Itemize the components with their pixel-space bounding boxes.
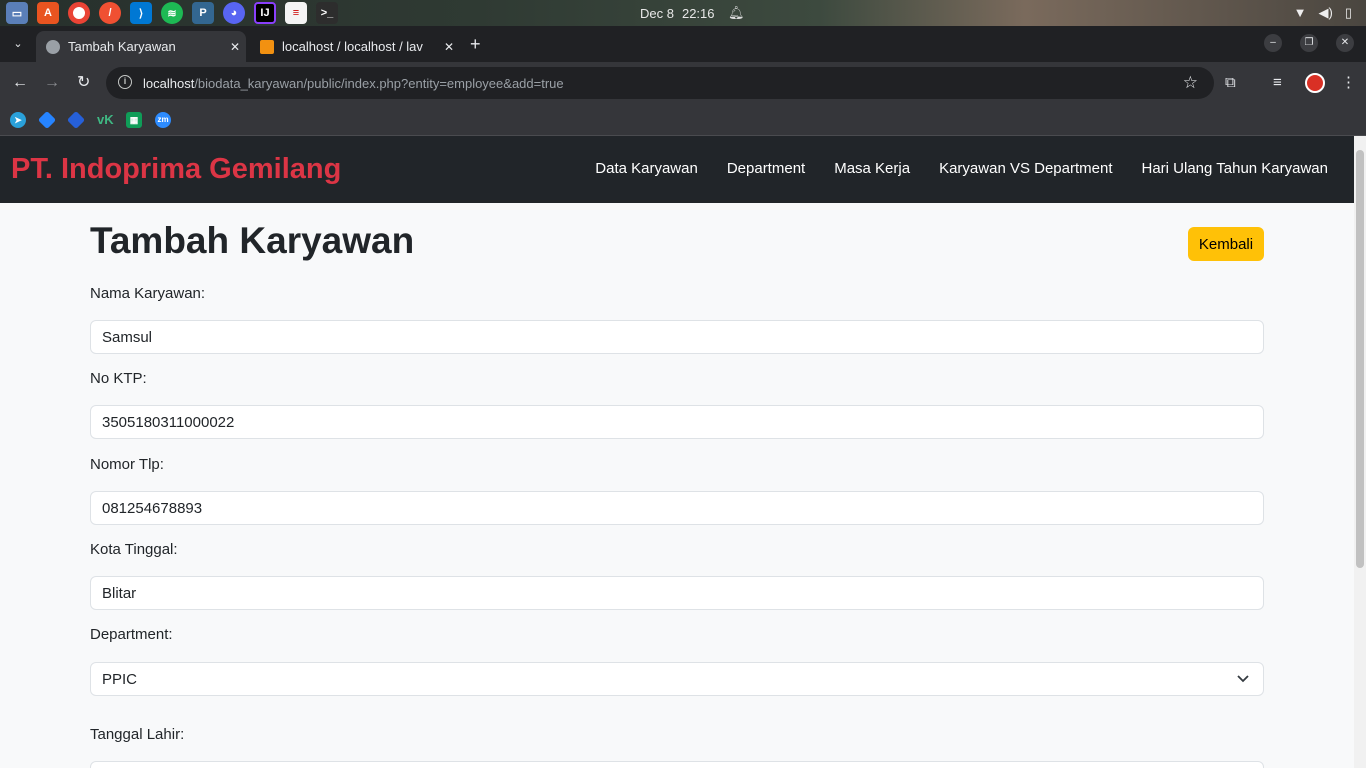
kota-label: Kota Tinggal: [90,541,178,558]
browser-toolbar: ← → ↻ i localhost/biodata_karyawan/publi… [0,62,1366,104]
nama-input[interactable] [90,320,1264,354]
page-title: Tambah Karyawan [90,220,415,261]
browser-tab-strip: ⌄ Tambah Karyawan ✕ localhost / localhos… [0,26,1366,62]
jira-icon[interactable] [66,110,86,130]
window-close-icon[interactable]: ✕ [1336,34,1354,52]
jira-icon[interactable] [37,110,57,130]
file-manager-icon[interactable]: ▭ [6,2,28,24]
text-editor-icon[interactable]: ≡ [285,2,307,24]
nav-masa-kerja[interactable]: Masa Kerja [834,160,910,177]
os-top-bar: ▭ A / ⟩ ≋ P ◕ IJ ≡ >_ Dec 8 22:16 🔔︎ ▼ ◀)… [0,0,1366,26]
back-arrow-icon[interactable]: ← [12,73,28,93]
os-clock[interactable]: Dec 8 22:16 [640,6,723,21]
department-select[interactable]: PPIC [90,662,1264,696]
tab-phpmyadmin[interactable]: localhost / localhost / lav ✕ [250,31,460,62]
volume-icon: ◀) [1318,5,1333,20]
department-label: Department: [90,626,173,643]
nama-label: Nama Karyawan: [90,285,206,302]
tab-search-icon[interactable]: ⌄ [8,34,28,54]
reload-icon[interactable]: ↻ [77,73,90,93]
forward-arrow-icon[interactable]: → [44,73,60,93]
department-selected-value: PPIC [102,671,138,688]
globe-icon [46,39,60,54]
page-viewport: PT. Indoprima Gemilang Data Karyawan Dep… [0,136,1354,768]
intellij-icon[interactable]: IJ [254,2,276,24]
battery-icon: ▯ [1344,5,1352,20]
kembali-button[interactable]: Kembali [1188,227,1264,261]
postman-icon[interactable]: / [99,2,121,24]
media-control-icon[interactable]: ≡ [1273,73,1282,93]
nav-karyawan-vs-department[interactable]: Karyawan VS Department [939,160,1112,177]
chevron-down-icon [1237,675,1249,683]
tab-label: Tambah Karyawan [68,39,176,54]
scrollbar-thumb[interactable] [1356,150,1364,568]
close-icon[interactable]: ✕ [438,40,460,54]
os-dock: ▭ A / ⟩ ≋ P ◕ IJ ≡ >_ [6,2,338,24]
address-bar[interactable]: i localhost/biodata_karyawan/public/inde… [106,67,1214,99]
sheets-icon[interactable]: ▦ [126,112,142,128]
page-scrollbar[interactable] [1354,136,1366,768]
app-navbar: PT. Indoprima Gemilang Data Karyawan Dep… [0,136,1354,203]
bell-icon[interactable]: 🔔︎ [728,5,745,21]
url-text[interactable]: localhost/biodata_karyawan/public/index.… [143,76,564,91]
profile-avatar[interactable] [1305,73,1325,93]
new-tab-icon[interactable]: + [470,34,481,54]
phpmyadmin-icon [260,39,274,54]
chrome-icon[interactable] [68,2,90,24]
wifi-icon: ▼ [1293,5,1307,20]
more-menu-icon[interactable]: ⋮ [1341,73,1356,93]
tab-tambah-karyawan[interactable]: Tambah Karyawan ✕ [36,31,246,62]
url-host: localhost [143,76,195,91]
tanggal-lahir-input[interactable] [90,761,1264,768]
terminal-icon[interactable]: >_ [316,2,338,24]
vscode-icon[interactable]: ⟩ [130,2,152,24]
system-tray[interactable]: ▼ ◀) ▯ [1294,5,1352,21]
nav-department[interactable]: Department [727,160,805,177]
zoom-icon[interactable]: zm [155,112,171,128]
nav-data-karyawan[interactable]: Data Karyawan [595,160,698,177]
os-time: 22:16 [681,6,715,21]
url-path: /biodata_karyawan/public/index.php?entit… [194,76,564,91]
ktp-label: No KTP: [90,370,147,387]
tab-label: localhost / localhost / lav [282,39,423,54]
close-icon[interactable]: ✕ [224,40,246,54]
bookmark-star-icon[interactable]: ☆ [1183,73,1198,93]
maximize-icon[interactable]: ❐ [1300,34,1318,52]
kota-input[interactable] [90,576,1264,610]
discord-icon[interactable]: ◕ [223,2,245,24]
spotify-icon[interactable]: ≋ [161,2,183,24]
extensions-icon[interactable]: ⧉ [1225,73,1236,93]
tanggal-lahir-label: Tanggal Lahir: [90,726,185,743]
os-date: Dec 8 [640,6,674,21]
bookmarks-bar: ➤ vK ▦ zm [0,104,1366,136]
tlp-input[interactable] [90,491,1264,525]
ktp-input[interactable] [90,405,1264,439]
minimize-icon[interactable]: – [1264,34,1282,52]
vk-icon[interactable]: vK [97,112,114,128]
brand-title[interactable]: PT. Indoprima Gemilang [11,153,341,186]
software-center-icon[interactable]: A [37,2,59,24]
postgresql-icon[interactable]: P [192,2,214,24]
site-info-icon[interactable]: i [118,75,132,89]
nav-links: Data Karyawan Department Masa Kerja Kary… [595,160,1328,177]
nav-hari-ulang-tahun[interactable]: Hari Ulang Tahun Karyawan [1142,160,1329,177]
telegram-icon[interactable]: ➤ [10,112,26,128]
tlp-label: Nomor Tlp: [90,456,164,473]
